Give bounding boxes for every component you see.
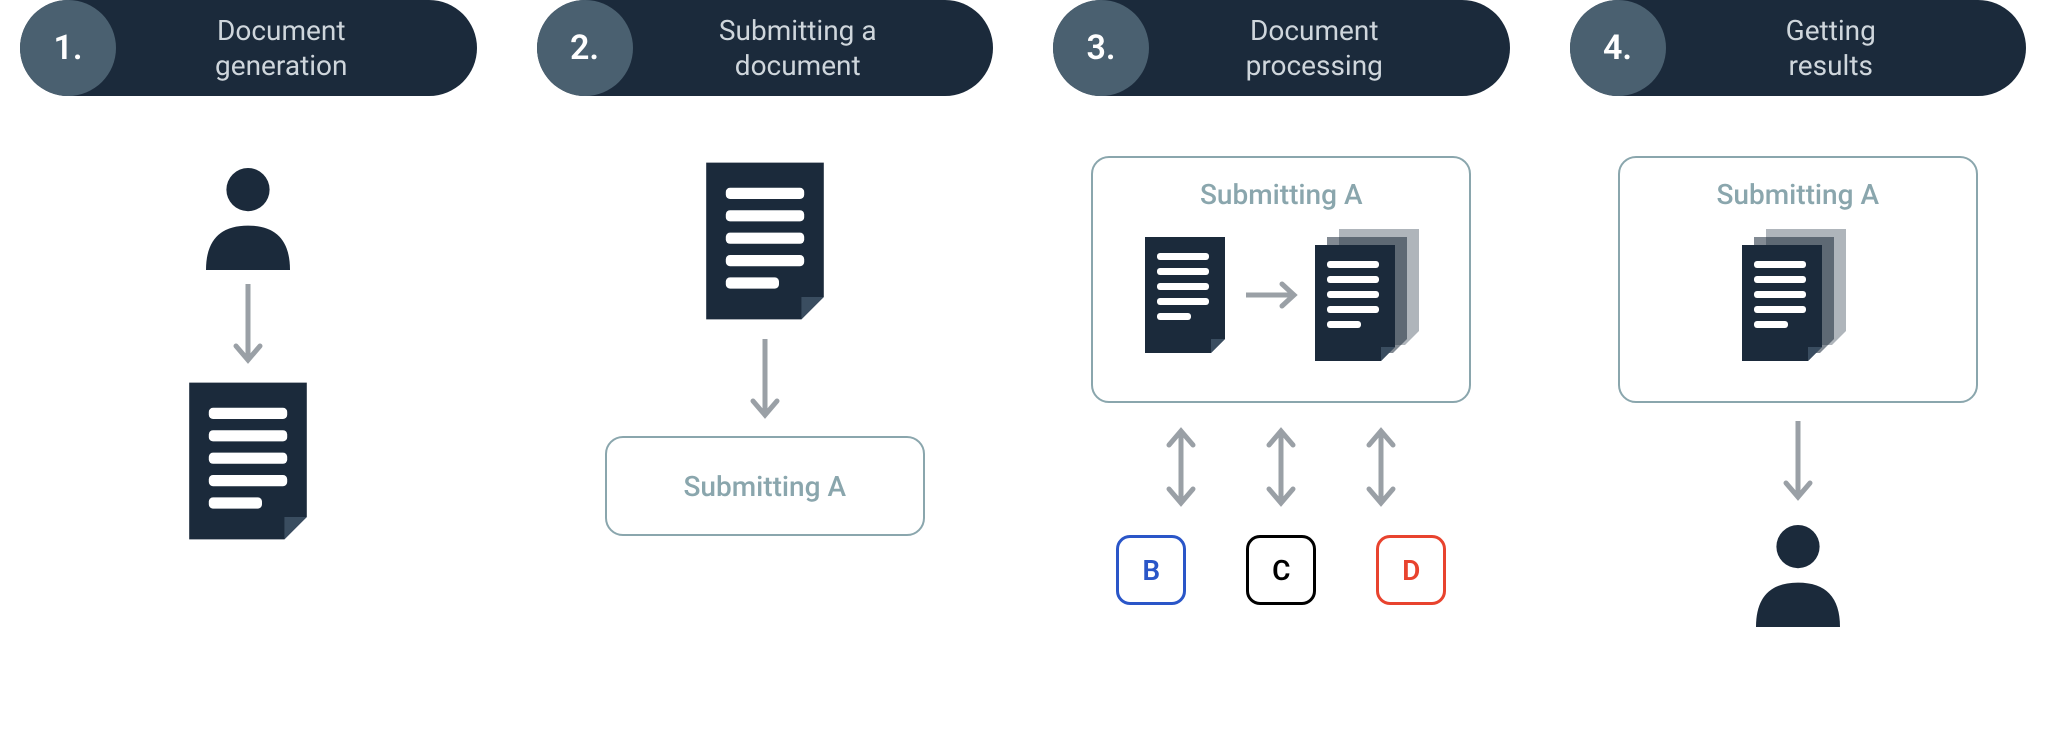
submitting-a-box: Submitting A [605, 436, 925, 536]
step-2-column: 2. Submitting a document [537, 0, 994, 748]
user-icon [1738, 513, 1858, 633]
arrow-updown-icon [1261, 417, 1301, 517]
step-3-column: 3. Document processing Submitting A [1053, 0, 1510, 748]
arrow-updown-icon [1161, 417, 1201, 517]
document-icon [695, 156, 835, 326]
document-stack-icon [1723, 225, 1873, 375]
step-2-number: 2. [537, 0, 633, 96]
doc-to-docs-icon [1131, 225, 1431, 375]
submitting-a-result-box: Submitting A [1618, 156, 1978, 403]
step-4-title: Getting results [1666, 13, 1997, 83]
user-icon [188, 156, 308, 276]
bidir-arrow-row [1161, 417, 1401, 517]
arrow-down-icon [745, 326, 785, 436]
step-4-body: Submitting A [1570, 156, 2027, 633]
step-1-title: Document generation [116, 13, 447, 83]
step-3-header: 3. Document processing [1053, 0, 1510, 96]
step-1-number: 1. [20, 0, 116, 96]
arrow-down-icon [228, 276, 268, 376]
step-3-title: Document processing [1149, 13, 1480, 83]
step-1-body [20, 156, 477, 546]
node-d: D [1376, 535, 1446, 605]
arrow-down-icon [1778, 413, 1818, 513]
step-3-body: Submitting A [1053, 156, 1510, 605]
node-c: C [1246, 535, 1316, 605]
step-4-header: 4. Getting results [1570, 0, 2027, 96]
document-icon [178, 376, 318, 546]
step-2-header: 2. Submitting a document [537, 0, 994, 96]
step-4-column: 4. Getting results Submitting A [1570, 0, 2027, 748]
step-1-header: 1. Document generation [20, 0, 477, 96]
submitting-a-label: Submitting A [1716, 178, 1879, 211]
step-1-column: 1. Document generation [20, 0, 477, 748]
arrow-updown-icon [1361, 417, 1401, 517]
submitting-a-label: Submitting A [1200, 178, 1363, 211]
submitting-a-label: Submitting A [683, 470, 846, 503]
step-2-body: Submitting A [537, 156, 994, 536]
node-row: B C D [1116, 535, 1446, 605]
submitting-a-processing-box: Submitting A [1091, 156, 1471, 403]
step-2-title: Submitting a document [633, 13, 964, 83]
step-4-number: 4. [1570, 0, 1666, 96]
step-3-number: 3. [1053, 0, 1149, 96]
workflow-diagram: 1. Document generation [0, 0, 2046, 748]
node-b: B [1116, 535, 1186, 605]
